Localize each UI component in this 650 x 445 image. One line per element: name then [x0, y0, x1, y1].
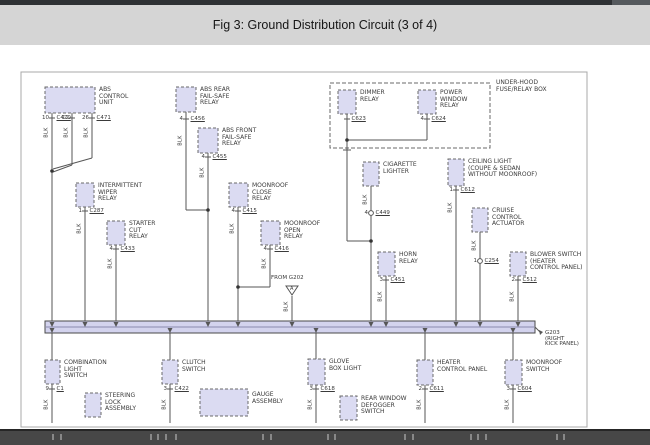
pin-number: 4 [410, 116, 424, 122]
component-label-moonroof-switch: MOONROOF SWITCH [526, 360, 562, 373]
connector-label: C449 [376, 210, 390, 216]
connector-label: C604 [518, 386, 532, 392]
pin-number: 4 [221, 208, 235, 214]
component-label-steering-lock-assembly: STEERING LOCK ASSEMBLY [105, 393, 136, 413]
pin-number: 3 [299, 386, 313, 392]
wire-color-label: BLK [418, 397, 423, 411]
pin-number: 12 [55, 115, 69, 121]
pin-number: 4 [191, 154, 205, 160]
pin-number: 9 [35, 386, 49, 392]
connector-label: C611 [430, 386, 444, 392]
connector-label: C433 [121, 246, 135, 252]
pin-number: 4 [253, 246, 267, 252]
component-label-abs-control-unit: ABS CONTROL UNIT [99, 87, 128, 107]
component-label-dimmer-relay: DIMMER RELAY [360, 90, 385, 103]
from-reference-letter: A [290, 287, 293, 293]
connector-label: C612 [461, 187, 475, 193]
app-window: Fig 3: Ground Distribution Circuit (3 of… [0, 0, 650, 445]
component-label-moonroof-close-relay: MOONROOF CLOSE RELAY [252, 183, 288, 203]
connector-label: C415 [243, 208, 257, 214]
wire-color-label: BLK [45, 397, 50, 411]
component-label-blower-switch: BLOWER SWITCH (HEATER CONTROL PANEL) [530, 252, 583, 272]
wire-color-label: BLK [506, 397, 511, 411]
wire-color-label: BLK [309, 397, 314, 411]
wire-color-label: BLK [201, 165, 206, 179]
wire-color-label: BLK [78, 221, 83, 235]
component-label-cruise-control-actuator: CRUISE CONTROL ACTUATOR [492, 208, 524, 228]
connector-label: C456 [191, 116, 205, 122]
component-label-moonroof-open-relay: MOONROOF OPEN RELAY [284, 221, 320, 241]
component-label-cigarette-lighter: CIGARETTE LIGHTER [383, 162, 417, 175]
pin-number: 4 [354, 210, 368, 216]
connector-label: C451 [391, 277, 405, 283]
component-label-combination-light-switch: COMBINATION LIGHT SWITCH [64, 360, 107, 380]
connector-label: C254 [485, 258, 499, 264]
pin-number: 1 [439, 187, 453, 193]
wire-color-label: BLK [449, 200, 454, 214]
component-label-horn-relay: HORN RELAY [399, 252, 418, 265]
pin-number: 10 [35, 115, 49, 121]
wire-color-label: BLK [163, 397, 168, 411]
connector-label: C416 [275, 246, 289, 252]
wire-color-label: BLK [85, 125, 90, 139]
wire-color-label: BLK [473, 238, 478, 252]
connector-label: C623 [352, 116, 366, 122]
component-label-gauge-assembly: GAUGE ASSEMBLY [252, 392, 283, 405]
component-label-intermittent-wiper-relay: INTERMITTENT WIPER RELAY [98, 183, 142, 203]
wire-color-label: BLK [285, 299, 290, 313]
component-label-clutch-switch: CLUTCH SWITCH [182, 360, 206, 373]
component-label-power-window-relay: POWER WINDOW RELAY [440, 90, 467, 110]
pin-number: 4 [99, 246, 113, 252]
underhood-box-label: UNDER-HOOD FUSE/RELAY BOX [496, 80, 547, 93]
component-label-heater-control-panel: HEATER CONTROL PANEL [437, 360, 487, 373]
component-label-rear-window-defogger-switch: REAR WINDOW DEFOGGER SWITCH [361, 396, 407, 416]
diagram-labels: UNDER-HOOD FUSE/RELAY BOX ABS CONTROL UNI… [0, 0, 650, 445]
pin-number: 3 [369, 277, 383, 283]
component-label-ceiling-light: CEILING LIGHT (COUPE & SEDAN WITHOUT MOO… [468, 159, 537, 179]
wire-color-label: BLK [231, 221, 236, 235]
pin-number: 2 [501, 277, 515, 283]
pin-number: 1 [68, 208, 82, 214]
pin-number: 1 [463, 258, 477, 264]
wire-color-label: BLK [511, 289, 516, 303]
component-label-abs-front-fail-safe-relay: ABS FRONT FAIL-SAFE RELAY [222, 128, 256, 148]
connector-label: C512 [523, 277, 537, 283]
connector-label: C455 [213, 154, 227, 160]
component-label-abs-rear-fail-safe-relay: ABS REAR FAIL-SAFE RELAY [200, 87, 230, 107]
from-g202-label: FROM G202 [271, 276, 304, 282]
pin-number: 26 [75, 115, 89, 121]
wire-color-label: BLK [364, 192, 369, 206]
wire-color-label: BLK [109, 256, 114, 270]
pin-number: 2 [408, 386, 422, 392]
wire-color-label: BLK [379, 289, 384, 303]
component-label-glove-box-light: GLOVE BOX LIGHT [329, 359, 361, 372]
connector-label: C287 [90, 208, 104, 214]
connector-label: C422 [175, 386, 189, 392]
wire-color-label: BLK [263, 256, 268, 270]
pin-number: 4 [169, 116, 183, 122]
connector-label: C618 [321, 386, 335, 392]
connector-label: C1 [57, 386, 64, 392]
connector-label: C471 [97, 115, 111, 121]
component-label-starter-cut-relay: STARTER CUT RELAY [129, 221, 155, 241]
pin-number: 3 [153, 386, 167, 392]
wire-color-label: BLK [65, 125, 70, 139]
wire-color-label: BLK [179, 133, 184, 147]
connector-label: C624 [432, 116, 446, 122]
ground-point-label: G203 (RIGHT KICK PANEL) [545, 331, 579, 348]
pin-number: 3 [496, 386, 510, 392]
wire-color-label: BLK [45, 125, 50, 139]
